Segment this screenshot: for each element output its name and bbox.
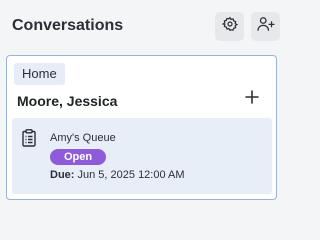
conversations-header: Conversations [0,0,288,54]
location-chip: Home [14,63,65,85]
add-participant-button[interactable] [251,12,280,41]
status-badge: Open [50,149,106,165]
plus-icon [245,89,259,109]
page-title: Conversations [12,17,124,34]
clipboard-icon [22,129,36,152]
due-label: Due: [50,169,75,181]
conversation-card[interactable]: Home Moore, Jessica Amy's Queue Open Due… [6,55,277,200]
queue-name: Amy's Queue [50,132,116,144]
contact-name: Moore, Jessica [17,93,118,109]
gear-icon [221,16,238,37]
add-user-icon [256,16,275,37]
settings-button[interactable] [215,12,244,41]
due-date: Due: Jun 5, 2025 12:00 AM [50,169,185,181]
due-value: Jun 5, 2025 12:00 AM [77,169,185,181]
task-item[interactable]: Amy's Queue Open Due: Jun 5, 2025 12:00 … [12,118,272,194]
add-button[interactable] [243,89,261,109]
